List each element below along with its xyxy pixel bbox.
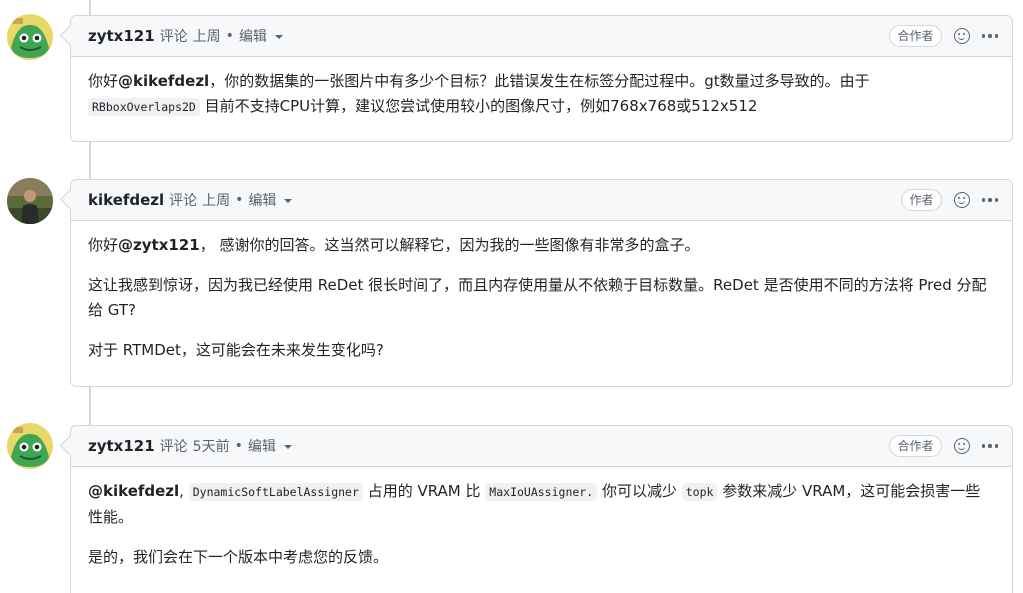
inline-code: DynamicSoftLabelAssigner (188, 483, 363, 501)
body-text: 目前不支持CPU计算，建议您尝试使用较小的图像尺寸，例如768x768或512x… (204, 97, 758, 115)
comment-box: kikefdezl 评论 上周 • 编辑 作者 你好@zytx121， 感谢你的… (70, 179, 1013, 387)
action-text: 评论 (159, 29, 188, 45)
comment-box: zytx121 评论 上周 • 编辑 合作者 你好@kikefdezl，你的数据… (70, 15, 1013, 142)
comment-box: zytx121 评论 5天前 • 编辑 合作者 @kikefdezl, Dyna… (70, 425, 1013, 593)
mention-link[interactable]: @kikefdezl (88, 482, 179, 500)
body-paragraph: 对于 RTMDet，这可能会在未来发生变化吗? (88, 341, 384, 359)
body-text: 占用的 VRAM 比 (367, 482, 481, 500)
comment-body: @kikefdezl, DynamicSoftLabelAssigner 占用的… (71, 467, 1012, 593)
mention-link[interactable]: @zytx121 (118, 236, 200, 254)
timestamp-link[interactable]: 上周 (193, 26, 221, 46)
add-reaction-icon[interactable] (953, 438, 970, 454)
author-link[interactable]: zytx121 (88, 27, 155, 45)
more-options-icon[interactable] (981, 198, 998, 202)
add-reaction-icon[interactable] (953, 28, 970, 44)
chevron-down-icon (284, 199, 293, 203)
body-text: ，你的数据集的一张图片中有多少个目标？此错误发生在标签分配过程中。gt数量过多导… (209, 72, 870, 90)
avatar[interactable] (7, 14, 53, 60)
role-badge: 合作者 (889, 435, 942, 457)
edited-dropdown[interactable]: 编辑 (248, 190, 293, 210)
action-text: 评论 (169, 193, 198, 209)
separator: • (234, 438, 243, 454)
inline-code: MaxIoUAssigner. (485, 483, 598, 501)
chevron-down-icon (283, 445, 292, 449)
comment-header: zytx121 评论 上周 • 编辑 合作者 (71, 16, 1012, 57)
separator: • (235, 192, 244, 208)
comment-header: zytx121 评论 5天前 • 编辑 合作者 (71, 426, 1012, 467)
author-link[interactable]: kikefdezl (88, 191, 164, 209)
add-reaction-icon[interactable] (953, 192, 970, 208)
mention-link[interactable]: @kikefdezl (118, 72, 209, 90)
body-text: , (179, 482, 184, 500)
body-paragraph: 是的，我们会在下一个版本中考虑您的反馈。 (88, 548, 389, 566)
timestamp-link[interactable]: 5天前 (193, 436, 230, 456)
edited-label: 编辑 (247, 439, 276, 455)
inline-code: topk (681, 483, 718, 501)
avatar[interactable] (7, 423, 53, 469)
separator: • (225, 28, 234, 44)
action-text: 评论 (159, 439, 188, 455)
author-link[interactable]: zytx121 (88, 437, 155, 455)
body-text: 你好 (88, 236, 119, 254)
comment-header: kikefdezl 评论 上周 • 编辑 作者 (71, 180, 1012, 221)
edited-label: 编辑 (248, 193, 277, 209)
edited-dropdown[interactable]: 编辑 (239, 26, 283, 46)
role-badge: 作者 (901, 189, 942, 211)
more-options-icon[interactable] (981, 34, 998, 38)
comment-body: 你好@kikefdezl，你的数据集的一张图片中有多少个目标？此错误发生在标签分… (71, 57, 1012, 143)
inline-code: RBboxOverlaps2D (88, 98, 200, 116)
chevron-down-icon (274, 35, 283, 39)
body-text: 你可以减少 (601, 482, 677, 500)
avatar[interactable] (7, 178, 53, 224)
edited-dropdown[interactable]: 编辑 (248, 436, 292, 456)
edited-label: 编辑 (238, 29, 267, 45)
role-badge: 合作者 (889, 25, 942, 47)
body-text: ， 感谢你的回答。这当然可以解释它，因为我的一些图像有非常多的盒子。 (199, 236, 700, 254)
timestamp-link[interactable]: 上周 (202, 190, 230, 210)
comment-body: 你好@zytx121， 感谢你的回答。这当然可以解释它，因为我的一些图像有非常多… (71, 221, 1012, 386)
more-options-icon[interactable] (981, 444, 998, 448)
body-paragraph: 这让我感到惊讶，因为我已经使用 ReDet 很长时间了，而且内存使用量从不依赖于… (88, 276, 987, 319)
body-text: 你好 (88, 72, 119, 90)
